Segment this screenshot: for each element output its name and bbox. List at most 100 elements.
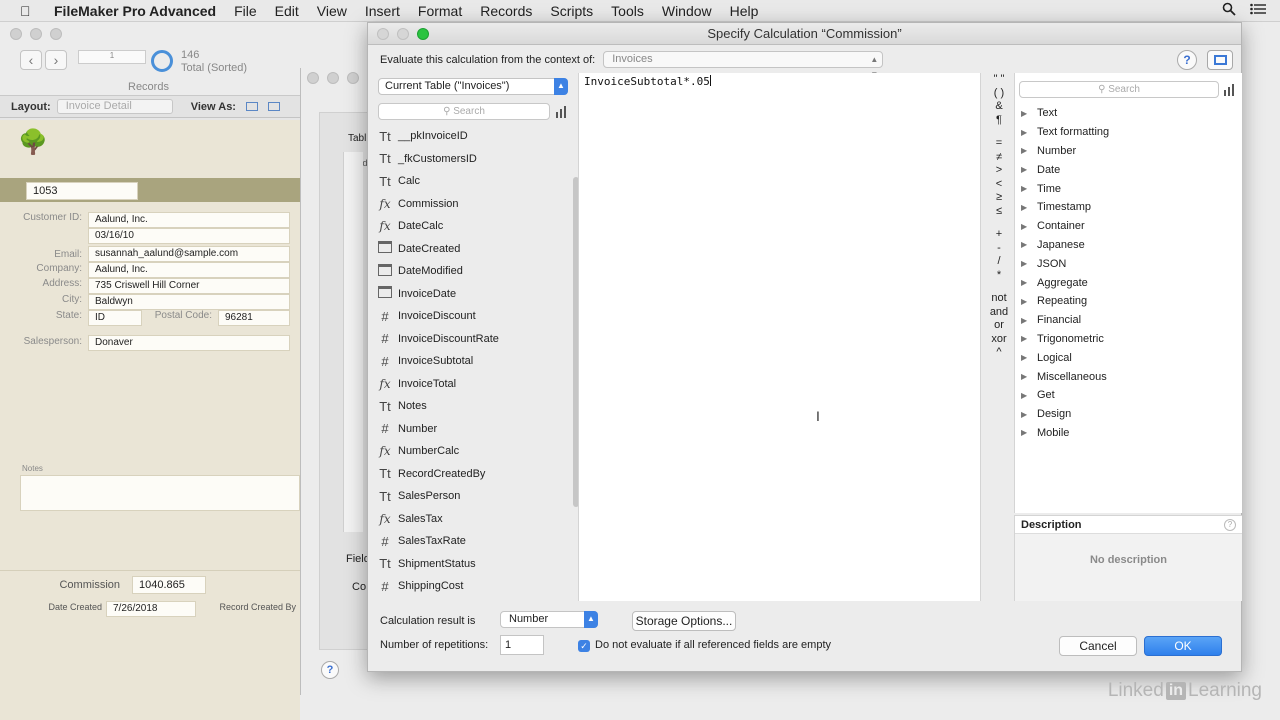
help-button[interactable]: ?	[321, 661, 339, 679]
disclosure-triangle-icon[interactable]: ▶	[1021, 334, 1037, 343]
menu-view[interactable]: View	[317, 3, 347, 19]
help-button[interactable]: ?	[1177, 50, 1197, 70]
function-category[interactable]: ▶ Logical	[1021, 348, 1231, 367]
function-category[interactable]: ▶ Miscellaneous	[1021, 367, 1231, 386]
menu-tools[interactable]: Tools	[611, 3, 644, 19]
zoom-button[interactable]	[417, 28, 429, 40]
operator-button[interactable]: -	[984, 242, 1014, 256]
disclosure-triangle-icon[interactable]: ▶	[1021, 410, 1037, 419]
field-item[interactable]: Tt RecordCreatedBy	[376, 463, 566, 486]
form-view-icon[interactable]	[245, 102, 258, 111]
function-category[interactable]: ▶ Japanese	[1021, 236, 1231, 255]
function-category[interactable]: ▶ Design	[1021, 405, 1231, 424]
operator-button[interactable]: ( )	[984, 87, 1014, 101]
operator-button[interactable]: not	[984, 292, 1014, 306]
disclosure-triangle-icon[interactable]: ▶	[1021, 297, 1037, 306]
disclosure-triangle-icon[interactable]: ▶	[1021, 165, 1037, 174]
city-field[interactable]: Baldwyn	[88, 294, 290, 310]
operator-button[interactable]: ≠	[984, 151, 1014, 165]
company-field[interactable]: Aalund, Inc.	[88, 262, 290, 278]
operator-button[interactable]: ≥	[984, 191, 1014, 205]
layout-select[interactable]: Invoice Detail	[56, 99, 173, 114]
storage-options-button[interactable]: Storage Options...	[632, 611, 736, 631]
notes-field[interactable]	[20, 475, 300, 511]
state-field[interactable]: ID	[88, 310, 142, 326]
field-item[interactable]: # InvoiceDiscountRate	[376, 328, 566, 351]
operator-button[interactable]: and	[984, 306, 1014, 320]
cancel-button[interactable]: Cancel	[1059, 636, 1137, 656]
apple-menu-icon[interactable]: 	[20, 3, 40, 19]
operator-button[interactable]: xor	[984, 333, 1014, 347]
disclosure-triangle-icon[interactable]: ▶	[1021, 184, 1037, 193]
field-item[interactable]: fx NumberCalc	[376, 440, 566, 463]
field-item[interactable]: Tt Notes	[376, 395, 566, 418]
operator-button[interactable]: " "	[984, 73, 1014, 87]
operator-button[interactable]: ≤	[984, 205, 1014, 219]
function-category[interactable]: ▶ Timestamp	[1021, 198, 1231, 217]
minimize-button[interactable]	[327, 72, 339, 84]
field-item[interactable]: Tt _fkCustomersID	[376, 148, 566, 171]
field-item[interactable]: fx DateCalc	[376, 215, 566, 238]
close-button[interactable]	[307, 72, 319, 84]
field-item[interactable]: # InvoiceSubtotal	[376, 350, 566, 373]
function-view-icon[interactable]	[1224, 84, 1236, 96]
function-category[interactable]: ▶ Text	[1021, 104, 1231, 123]
function-category[interactable]: ▶ Number	[1021, 142, 1231, 161]
toggle-panel-button[interactable]	[1207, 50, 1233, 70]
disclosure-triangle-icon[interactable]: ▶	[1021, 146, 1037, 155]
date-created-field[interactable]: 7/26/2018	[106, 601, 196, 617]
disclosure-triangle-icon[interactable]: ▶	[1021, 109, 1037, 118]
disclosure-triangle-icon[interactable]: ▶	[1021, 128, 1037, 137]
menu-file[interactable]: File	[234, 3, 257, 19]
postal-code-field[interactable]: 96281	[218, 310, 290, 326]
operator-button[interactable]: >	[984, 164, 1014, 178]
menu-scripts[interactable]: Scripts	[550, 3, 593, 19]
field-item[interactable]: Tt SalesPerson	[376, 485, 566, 508]
operator-button[interactable]: ^	[984, 346, 1014, 360]
disclosure-triangle-icon[interactable]: ▶	[1021, 203, 1037, 212]
disclosure-triangle-icon[interactable]: ▶	[1021, 428, 1037, 437]
disclosure-triangle-icon[interactable]: ▶	[1021, 372, 1037, 381]
disclosure-triangle-icon[interactable]: ▶	[1021, 240, 1037, 249]
current-record-field[interactable]: 1	[78, 50, 146, 64]
menu-records[interactable]: Records	[480, 3, 532, 19]
menu-edit[interactable]: Edit	[275, 3, 299, 19]
menu-window[interactable]: Window	[662, 3, 712, 19]
field-item[interactable]: InvoiceDate	[376, 283, 566, 306]
field-item[interactable]: # SalesTaxRate	[376, 530, 566, 553]
ok-button[interactable]: OK	[1144, 636, 1222, 656]
field-item[interactable]: fx Commission	[376, 193, 566, 216]
context-select[interactable]: Invoices ▲▼	[603, 51, 884, 79]
app-menu[interactable]: FileMaker Pro Advanced	[54, 3, 216, 19]
field-search-input[interactable]: ⚲ Search	[378, 103, 550, 120]
operator-button[interactable]: <	[984, 178, 1014, 192]
function-search-input[interactable]: ⚲ Search	[1019, 81, 1219, 98]
operator-button[interactable]: or	[984, 319, 1014, 333]
address-field[interactable]: 735 Criswell Hill Corner	[88, 278, 290, 294]
field-item[interactable]: Tt __pkInvoiceID	[376, 125, 566, 148]
disclosure-triangle-icon[interactable]: ▶	[1021, 259, 1037, 268]
salesperson-field[interactable]: Donaver	[88, 335, 290, 351]
result-type-select[interactable]: Number ▲	[500, 611, 598, 628]
operator-button[interactable]: &	[984, 100, 1014, 114]
close-button[interactable]	[377, 28, 389, 40]
menu-format[interactable]: Format	[418, 3, 462, 19]
function-category[interactable]: ▶ Aggregate	[1021, 273, 1231, 292]
operator-button[interactable]: =	[984, 137, 1014, 151]
field-item[interactable]: Tt ShipmentStatus	[376, 553, 566, 576]
function-category[interactable]: ▶ Repeating	[1021, 292, 1231, 311]
disclosure-triangle-icon[interactable]: ▶	[1021, 222, 1037, 231]
field-item[interactable]: DateCreated	[376, 238, 566, 261]
function-category[interactable]: ▶ JSON	[1021, 254, 1231, 273]
menu-help[interactable]: Help	[730, 3, 759, 19]
invoice-number-field[interactable]: 1053	[26, 182, 138, 200]
function-category[interactable]: ▶ Container	[1021, 217, 1231, 236]
function-category[interactable]: ▶ Time	[1021, 179, 1231, 198]
do-not-evaluate-checkbox[interactable]: ✓	[578, 640, 590, 652]
zoom-button[interactable]	[347, 72, 359, 84]
operator-button[interactable]: +	[984, 228, 1014, 242]
function-category[interactable]: ▶ Date	[1021, 160, 1231, 179]
description-help-icon[interactable]: ?	[1224, 519, 1236, 531]
customer-id-field[interactable]: Aalund, Inc.	[88, 212, 290, 228]
operator-button[interactable]: ¶	[984, 114, 1014, 128]
